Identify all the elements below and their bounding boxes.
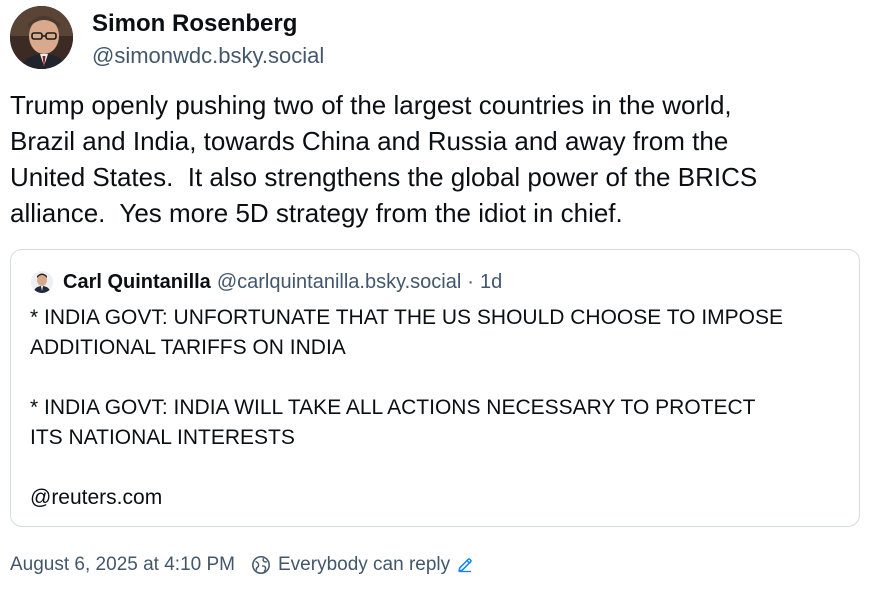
quoted-text-link[interactable]: @reuters.com (30, 483, 850, 513)
quoted-post-text: * INDIA GOVT: UNFORTUNATE THAT THE US SH… (30, 303, 850, 513)
quoted-text-line: ADDITIONAL TARIFFS ON INDIA (30, 336, 346, 359)
post-text-line: Trump openly pushing two of the largest … (10, 90, 732, 120)
separator-dot: · (467, 270, 474, 293)
post-timestamp[interactable]: August 6, 2025 at 4:10 PM (10, 554, 235, 576)
quoted-post-age[interactable]: 1d (480, 271, 502, 294)
quoted-text-line: * INDIA GOVT: UNFORTUNATE THAT THE US SH… (30, 306, 784, 329)
quoted-text-line: ITS NATIONAL INTERESTS (30, 426, 295, 449)
quoted-author-avatar[interactable] (31, 271, 53, 293)
post-text: Trump openly pushing two of the largest … (10, 87, 880, 231)
quoted-text-line (30, 363, 850, 393)
post-text-line: United States. It also strengthens the g… (10, 162, 758, 192)
quoted-post-header: Carl Quintanilla @carlquintanilla.bsky.s… (31, 270, 502, 294)
post-footer: August 6, 2025 at 4:10 PM Everybody can … (10, 552, 474, 578)
reply-settings-button[interactable]: Everybody can reply (251, 554, 474, 576)
pencil-icon[interactable] (456, 556, 474, 574)
quoted-post-card[interactable]: Carl Quintanilla @carlquintanilla.bsky.s… (10, 249, 860, 527)
author-display-name[interactable]: Simon Rosenberg (92, 10, 297, 38)
post-text-line: alliance. Yes more 5D strategy from the … (10, 198, 623, 228)
author-avatar[interactable] (10, 6, 73, 69)
quoted-text-line: * INDIA GOVT: INDIA WILL TAKE ALL ACTION… (30, 396, 756, 419)
author-handle[interactable]: @simonwdc.bsky.social (92, 43, 324, 69)
post: Simon Rosenberg @simonwdc.bsky.social Tr… (0, 0, 894, 595)
quoted-text-line (30, 453, 850, 483)
quoted-author-name[interactable]: Carl Quintanilla (63, 271, 211, 294)
quoted-author-handle[interactable]: @carlquintanilla.bsky.social (217, 271, 461, 294)
globe-icon (251, 555, 271, 575)
reply-settings-label: Everybody can reply (278, 554, 451, 575)
post-text-line: Brazil and India, towards China and Russ… (10, 126, 729, 156)
